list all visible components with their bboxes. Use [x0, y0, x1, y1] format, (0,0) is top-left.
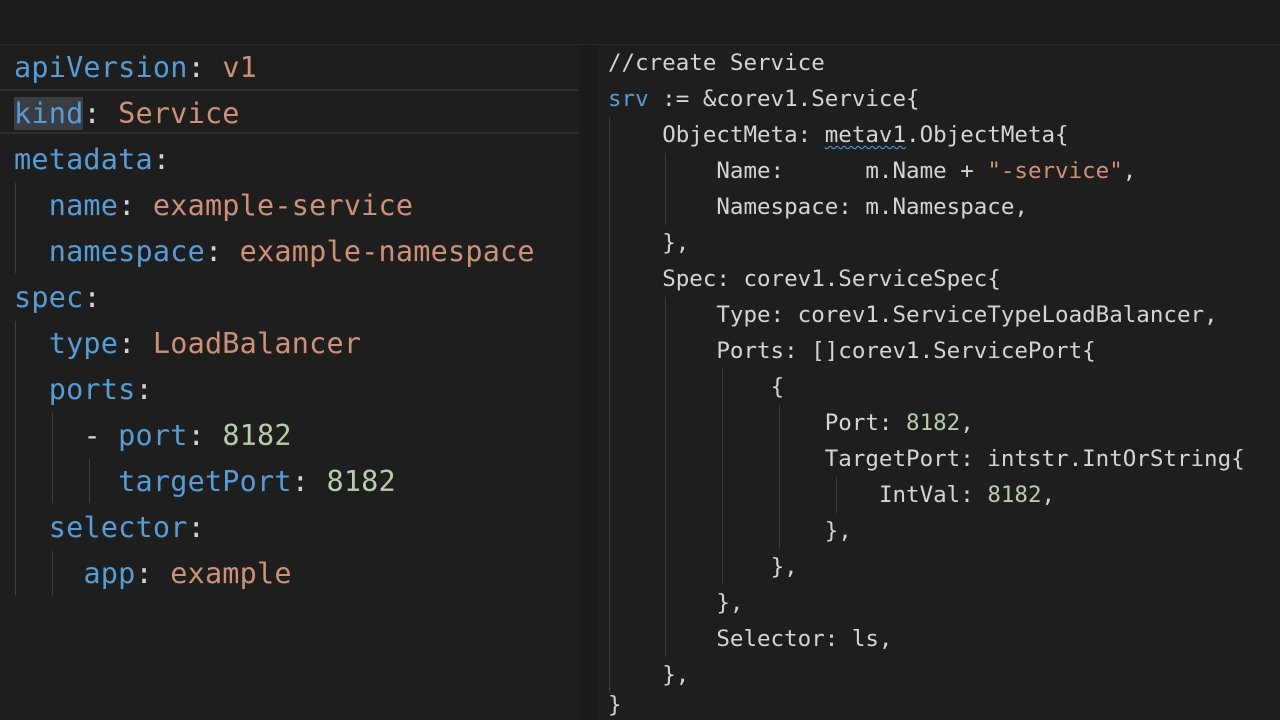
yaml-colon: :	[291, 465, 310, 498]
go-number: 8182	[906, 410, 961, 436]
yaml-colon: :	[135, 557, 153, 590]
go-code: },	[824, 518, 852, 544]
yaml-key: kind	[14, 97, 84, 130]
screen: apiVersion: v1 kind: Service metadata: n…	[0, 0, 1280, 720]
go-code: Type: corev1.ServiceTypeLoadBalancer,	[716, 302, 1218, 328]
yaml-value: v1	[222, 51, 258, 84]
code-line[interactable]: },	[608, 513, 852, 549]
yaml-line[interactable]: app: example	[14, 551, 292, 597]
go-package-warning[interactable]: metav1	[825, 122, 906, 148]
yaml-line[interactable]: metadata:	[14, 137, 170, 183]
yaml-line[interactable]: type: LoadBalancer	[14, 321, 361, 367]
yaml-line[interactable]: ports:	[14, 367, 153, 413]
yaml-value: LoadBalancer	[152, 327, 362, 360]
go-code: ,	[1041, 482, 1056, 508]
code-line[interactable]: },	[608, 549, 798, 585]
code-line[interactable]: Namespace: m.Namespace,	[608, 189, 1028, 225]
code-line[interactable]: }	[608, 687, 622, 720]
go-code: := &corev1.Service{	[648, 86, 920, 112]
go-code: {	[770, 374, 785, 400]
code-line[interactable]: Name: m.Name + "-service",	[608, 153, 1136, 189]
go-code: Namespace: m.Namespace,	[716, 194, 1028, 220]
yaml-key: type	[48, 327, 119, 360]
go-code: IntVal:	[878, 482, 988, 508]
go-code: },	[716, 590, 744, 616]
yaml-colon: :	[187, 511, 205, 544]
yaml-colon: :	[152, 143, 171, 176]
code-line[interactable]: ObjectMeta: metav1.ObjectMeta{	[608, 117, 1069, 153]
yaml-key: ports	[48, 373, 136, 406]
yaml-line[interactable]: namespace: example-namespace	[14, 229, 535, 275]
yaml-key: selector	[48, 511, 188, 544]
yaml-key: targetPort	[118, 465, 292, 498]
yaml-line[interactable]: selector:	[14, 505, 205, 551]
yaml-key: spec	[14, 281, 84, 314]
go-code: Port:	[824, 410, 907, 436]
pane-divider[interactable]	[580, 45, 598, 720]
yaml-key: app	[83, 557, 136, 590]
yaml-line[interactable]: name: example-service	[14, 183, 413, 229]
title-bar	[0, 0, 1280, 45]
go-variable: srv	[608, 86, 649, 112]
yaml-key: port	[118, 419, 188, 452]
yaml-line[interactable]: targetPort: 8182	[14, 459, 396, 505]
go-code: Selector: ls,	[716, 626, 893, 652]
go-code: },	[662, 230, 690, 256]
yaml-key: namespace	[48, 235, 205, 268]
yaml-value: example-namespace	[239, 235, 535, 268]
code-line[interactable]: Spec: corev1.ServiceSpec{	[608, 261, 1001, 297]
code-line[interactable]: },	[608, 225, 689, 261]
go-editor[interactable]: //create Service srv := &corev1.Service{…	[598, 45, 1280, 720]
go-code: .ObjectMeta{	[906, 122, 1069, 148]
go-number: 8182	[987, 482, 1042, 508]
yaml-value: example-service	[152, 189, 414, 222]
go-code: ,	[1122, 158, 1137, 184]
go-code: ,	[960, 410, 974, 436]
code-comment: //create Service	[608, 50, 825, 76]
code-line[interactable]: Ports: []corev1.ServicePort{	[608, 333, 1096, 369]
go-code: Ports: []corev1.ServicePort{	[716, 338, 1096, 364]
go-code: TargetPort: intstr.IntOrString{	[824, 446, 1245, 472]
yaml-colon: :	[83, 97, 101, 130]
yaml-value: 8182	[326, 465, 396, 498]
code-line[interactable]: Type: corev1.ServiceTypeLoadBalancer,	[608, 297, 1218, 333]
go-code: Spec: corev1.ServiceSpec{	[662, 266, 1001, 292]
yaml-colon: :	[135, 373, 153, 406]
yaml-key: apiVersion	[14, 51, 188, 84]
code-line[interactable]: IntVal: 8182,	[608, 477, 1055, 513]
go-code: ObjectMeta:	[662, 122, 825, 148]
go-code: },	[662, 662, 690, 688]
yaml-colon: :	[187, 51, 205, 84]
yaml-value: example	[170, 557, 292, 590]
code-line[interactable]: },	[608, 585, 743, 621]
yaml-colon: :	[83, 281, 101, 314]
yaml-colon: :	[187, 419, 205, 452]
yaml-colon: :	[118, 327, 136, 360]
code-line[interactable]: Selector: ls,	[608, 621, 892, 657]
yaml-line[interactable]: - port: 8182	[14, 413, 292, 459]
yaml-value: Service	[118, 97, 240, 130]
yaml-key: name	[48, 189, 119, 222]
yaml-colon: :	[118, 189, 136, 222]
yaml-line[interactable]: apiVersion: v1	[14, 45, 257, 91]
go-string: "-service"	[987, 158, 1123, 184]
code-line[interactable]: TargetPort: intstr.IntOrString{	[608, 441, 1245, 477]
yaml-key: metadata	[14, 143, 153, 176]
go-code: }	[608, 692, 622, 718]
yaml-line[interactable]: spec:	[14, 275, 101, 321]
go-code: },	[770, 554, 798, 580]
yaml-editor[interactable]: apiVersion: v1 kind: Service metadata: n…	[0, 45, 580, 607]
code-line[interactable]: Port: 8182,	[608, 405, 974, 441]
yaml-list-dash: -	[83, 419, 101, 452]
yaml-line[interactable]: kind: Service	[14, 91, 240, 137]
yaml-value: 8182	[222, 419, 292, 452]
code-line[interactable]: srv := &corev1.Service{	[608, 81, 920, 117]
code-line[interactable]: {	[608, 369, 785, 405]
yaml-colon: :	[204, 235, 223, 268]
go-code: Name: m.Name +	[716, 158, 988, 184]
